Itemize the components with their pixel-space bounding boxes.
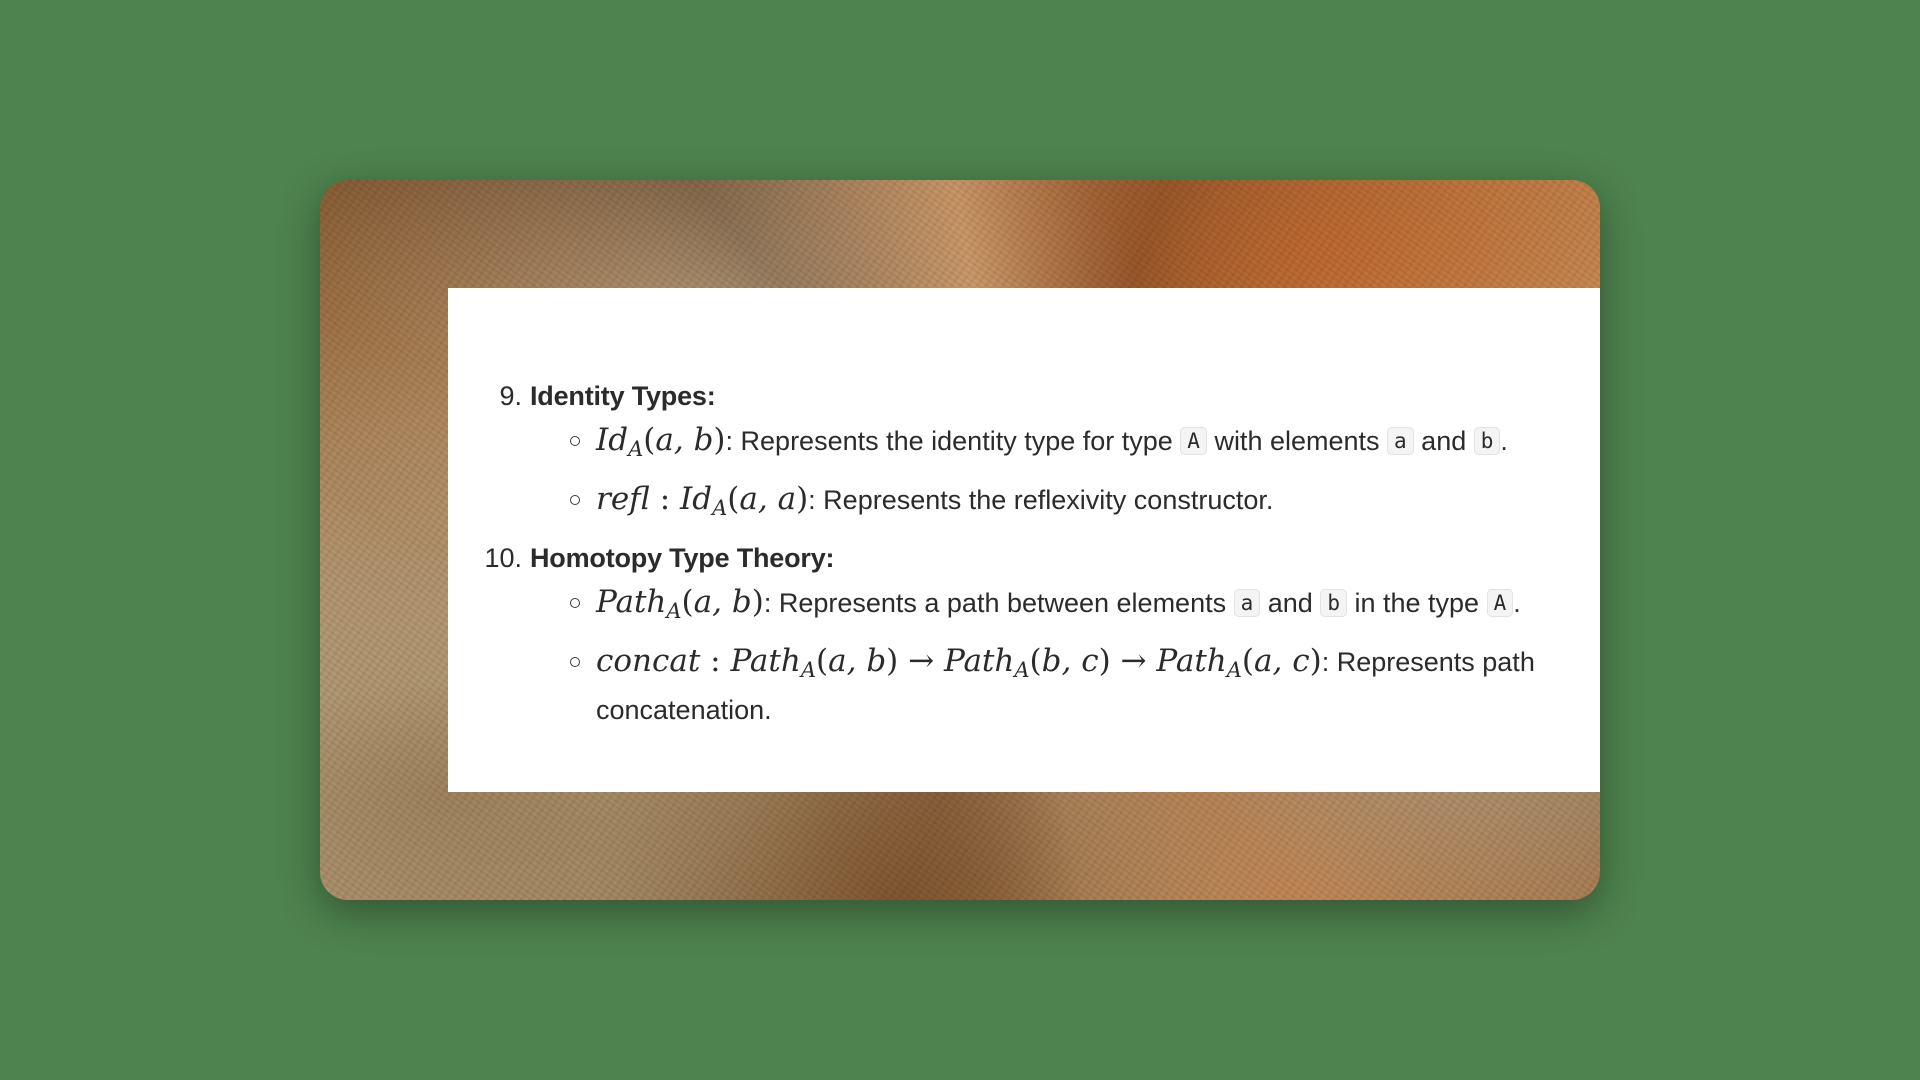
item-text: : Represents the reflexivity constructor… (808, 485, 1274, 515)
content-panel: 9. Identity Types: IdA(a, b): Represents… (448, 288, 1600, 792)
section-heading: Identity Types: (530, 381, 716, 411)
sub-list-item: PathA(a, b): Represents a path between e… (570, 582, 1580, 631)
item-text: and (1260, 588, 1321, 618)
item-text: with elements (1206, 426, 1388, 456)
sub-list: IdA(a, b): Represents the identity type … (470, 420, 1580, 528)
inline-code: a (1233, 589, 1261, 617)
sub-list-item: IdA(a, b): Represents the identity type … (570, 420, 1580, 469)
inline-code: b (1320, 589, 1347, 617)
list-item-homotopy-type-theory: 10. Homotopy Type Theory: PathA(a, b): R… (470, 538, 1580, 730)
list-number: 9. (499, 381, 522, 411)
item-text: and (1413, 426, 1474, 456)
math-expression: IdA(a, b) (596, 422, 726, 461)
inline-code: A (1180, 427, 1207, 455)
sub-list-item: refl : IdA(a, a): Represents the reflexi… (570, 479, 1580, 528)
item-text: . (1500, 426, 1508, 456)
inline-code: A (1486, 589, 1514, 617)
item-text: : Represents the identity type for type (725, 426, 1181, 456)
item-text: in the type (1346, 588, 1487, 618)
math-expression: concat : PathA(a, b) → PathA(b, c) → Pat… (596, 643, 1322, 682)
inline-code: a (1387, 427, 1414, 455)
item-text: . (1513, 588, 1521, 618)
sub-list: PathA(a, b): Represents a path between e… (470, 582, 1580, 730)
item-text: : Represents a path between elements (763, 588, 1234, 618)
section-heading: Homotopy Type Theory: (530, 543, 835, 573)
image-card: 9. Identity Types: IdA(a, b): Represents… (320, 180, 1600, 900)
math-expression: refl : IdA(a, a) (596, 481, 809, 520)
sub-list-item: concat : PathA(a, b) → PathA(b, c) → Pat… (570, 641, 1580, 730)
inline-code: b (1473, 427, 1501, 455)
list-item-identity-types: 9. Identity Types: IdA(a, b): Represents… (470, 376, 1580, 528)
math-expression: PathA(a, b) (596, 584, 764, 623)
list-number: 10. (484, 543, 522, 573)
